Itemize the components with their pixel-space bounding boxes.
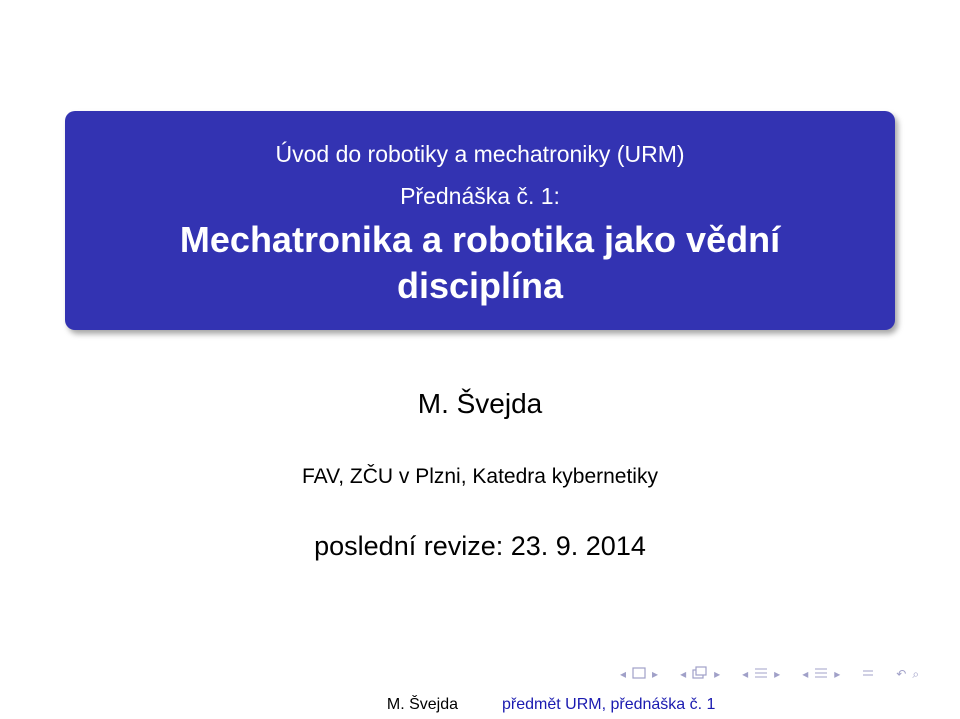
lecture-number: Přednáška č. 1: — [400, 183, 560, 209]
nav-prev-arrow-icon[interactable]: ◂ — [802, 667, 808, 681]
lecture-title: Mechatronika a robotika jako vědní disci… — [105, 217, 855, 309]
course-name: Úvod do robotiky a mechatroniky (URM) — [275, 141, 685, 167]
nav-next-arrow-icon[interactable]: ▸ — [774, 667, 780, 681]
beamer-navigation-bar: ◂ ▸ ◂ ▸ ◂ ▸ ◂ ▸ ↶ ⌕ — [620, 664, 956, 684]
title-block: Úvod do robotiky a mechatroniky (URM) Př… — [65, 111, 895, 330]
nav-next-arrow-icon[interactable]: ▸ — [652, 667, 658, 681]
footer-author: M. Švejda — [0, 690, 480, 719]
align-icon[interactable] — [862, 666, 874, 683]
footer-bar: M. Švejda předmět URM, přednáška č. 1 — [0, 690, 960, 719]
lecture-title-line-2: disciplína — [396, 265, 564, 306]
institute-name: FAV, ZČU v Plzni, Katedra kybernetiky — [302, 465, 658, 488]
slide-icon[interactable] — [632, 666, 646, 682]
frame-icon[interactable] — [692, 665, 708, 683]
revision-date: poslední revize: 23. 9. 2014 — [314, 531, 646, 561]
section-icon[interactable] — [754, 666, 768, 683]
nav-next-arrow-icon[interactable]: ▸ — [714, 667, 720, 681]
lecture-title-line-1: Mechatronika a robotika jako vědní — [179, 219, 781, 260]
nav-prev-arrow-icon[interactable]: ◂ — [680, 667, 686, 681]
nav-prev-arrow-icon[interactable]: ◂ — [742, 667, 748, 681]
author-name: M. Švejda — [417, 388, 543, 419]
back-icon[interactable]: ↶ — [896, 667, 906, 681]
nav-prev-arrow-icon[interactable]: ◂ — [620, 667, 626, 681]
subsection-icon[interactable] — [814, 666, 828, 683]
footer-subject: předmět URM, přednáška č. 1 — [480, 690, 960, 719]
zoom-search-icon[interactable]: ⌕ — [912, 667, 919, 682]
nav-next-arrow-icon[interactable]: ▸ — [834, 667, 840, 681]
